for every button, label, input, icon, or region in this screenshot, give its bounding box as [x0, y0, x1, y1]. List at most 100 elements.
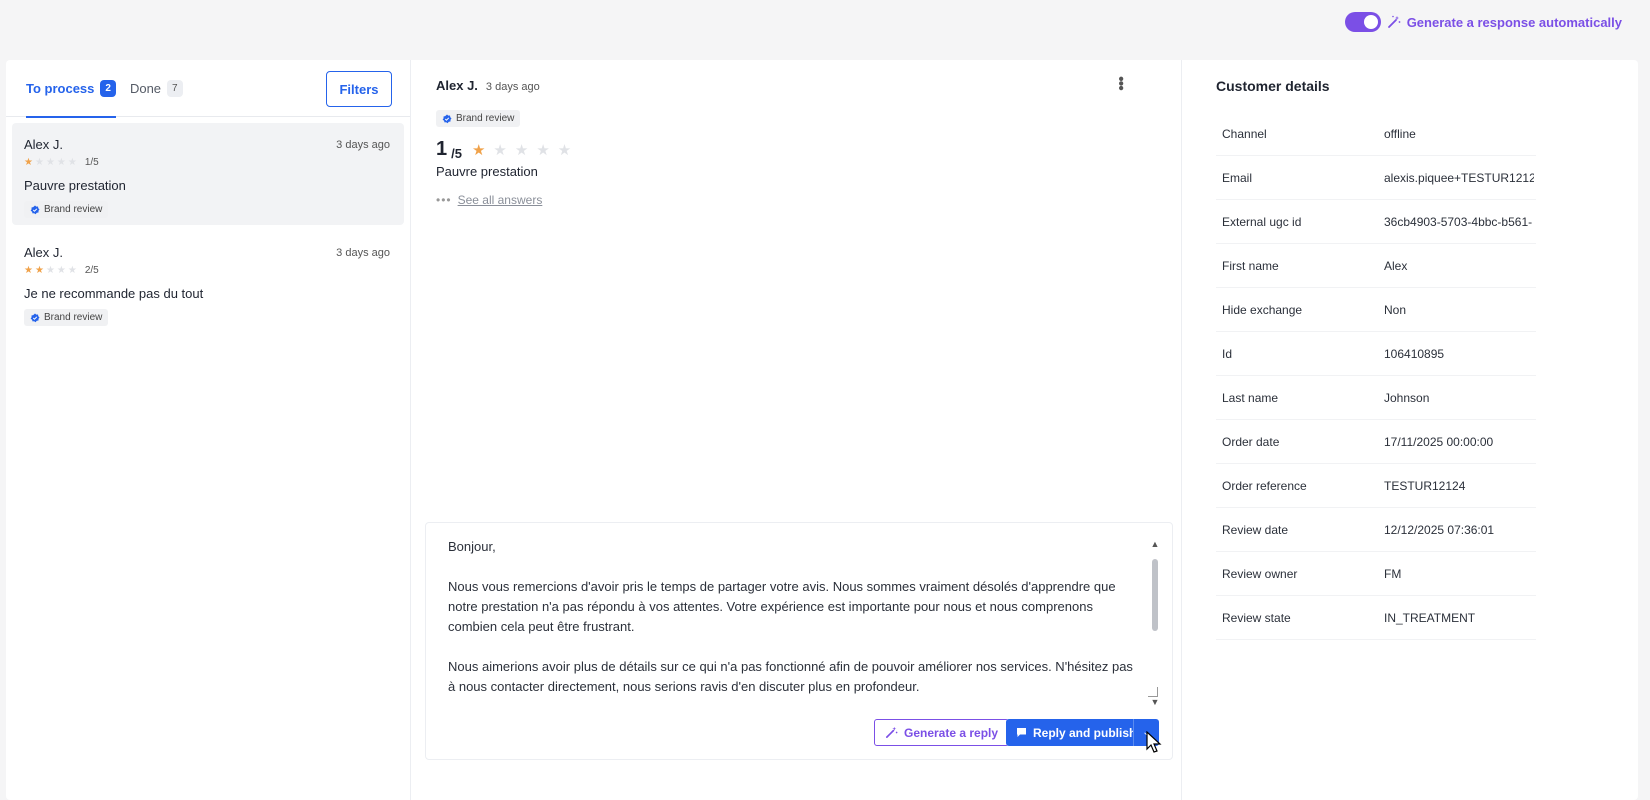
- detail-key: Review date: [1222, 522, 1289, 537]
- review-type-tag: Brand review: [436, 110, 521, 127]
- star-icon: ★: [34, 157, 44, 168]
- detail-key: Channel: [1222, 126, 1267, 141]
- tab-done[interactable]: Done 7: [130, 60, 183, 117]
- detail-value: 36cb4903-5703-4bbc-b561-: [1384, 214, 1533, 229]
- reply-publish-button[interactable]: Reply and publish: [1006, 719, 1147, 746]
- detail-value: Alex: [1384, 258, 1408, 273]
- magic-wand-icon: [886, 726, 898, 738]
- review-text: Pauvre prestation: [24, 178, 126, 193]
- detail-key: Review owner: [1222, 566, 1298, 581]
- detail-key: Hide exchange: [1222, 302, 1303, 317]
- detail-value: FM: [1384, 566, 1402, 581]
- star-icon: ★: [56, 157, 66, 168]
- score-value: 1: [436, 138, 448, 160]
- customer-details-panel: Customer details Channel offline Email ale…: [1181, 60, 1638, 800]
- detail-row: Last name Johnson: [1216, 376, 1536, 420]
- customer-details-title: Customer details: [1216, 78, 1330, 94]
- detail-key: External ugc id: [1222, 214, 1302, 229]
- detail-value: TESTUR12124: [1384, 478, 1466, 493]
- auto-generate-toggle[interactable]: [1344, 12, 1381, 32]
- review-type-tag-label: Brand review: [44, 312, 103, 323]
- ellipsis-icon: •••: [436, 193, 452, 207]
- generate-reply-label: Generate a reply: [904, 725, 999, 740]
- review-type-tag: Brand review: [24, 309, 109, 326]
- star-icon: ★: [471, 141, 486, 159]
- detail-row: Email alexis.piquee+TESTUR1212: [1216, 156, 1536, 200]
- review-score: 2/5: [84, 265, 99, 276]
- review-list-panel: To process 2 Done 7 Filters Alex J. 3 da…: [6, 60, 411, 800]
- resize-handle-icon[interactable]: [1148, 687, 1158, 697]
- detail-value: 106410895: [1384, 346, 1445, 361]
- review-detail-text: Pauvre prestation: [436, 164, 538, 179]
- top-bar: Generate a response automatically: [0, 0, 1650, 60]
- auto-generate-label[interactable]: Generate a response automatically: [1407, 15, 1622, 30]
- review-detail-author: Alex J.: [436, 78, 478, 93]
- main-panel: To process 2 Done 7 Filters Alex J. 3 da…: [6, 60, 1638, 800]
- badge-check-icon: [30, 313, 40, 322]
- star-icon: ★: [557, 141, 572, 159]
- tab-to-process[interactable]: To process 2: [26, 60, 116, 118]
- review-list-item[interactable]: Alex J. 3 days ago ★ ★ ★ ★ ★ 2/5 Je ne r…: [12, 231, 404, 333]
- review-text: Je ne recommande pas du tout: [24, 286, 204, 301]
- badge-check-icon: [442, 114, 452, 123]
- detail-row: Review date 12/12/2025 07:36:01: [1216, 508, 1536, 552]
- detail-value: Non: [1384, 302, 1407, 317]
- review-detail-tag-wrap: Brand review: [436, 110, 521, 127]
- message-icon: [1017, 728, 1026, 737]
- detail-row: First name Alex: [1216, 244, 1536, 288]
- review-detail-header: Alex J. 3 days ago: [436, 78, 540, 93]
- more-options-icon[interactable]: •••: [1111, 76, 1129, 90]
- to-process-count-badge: 2: [100, 79, 116, 97]
- generate-reply-button[interactable]: Generate a reply: [874, 719, 1010, 746]
- detail-row: External ugc id 36cb4903-5703-4bbc-b561-: [1216, 200, 1536, 244]
- review-detail-date: 3 days ago: [485, 81, 540, 93]
- review-detail-panel: Alex J. 3 days ago ••• Brand review 1 /5…: [411, 60, 1181, 800]
- star-icon: ★: [24, 157, 33, 168]
- auto-generate-control: Generate a response automatically: [1344, 12, 1622, 32]
- detail-key: Email: [1222, 170, 1253, 185]
- detail-key: Id: [1222, 346, 1233, 361]
- badge-check-icon: [30, 205, 40, 214]
- star-icon: ★: [493, 141, 507, 159]
- star-icon: ★: [24, 265, 33, 276]
- detail-value: IN_TREATMENT: [1384, 610, 1476, 625]
- scroll-down-icon[interactable]: ▼: [1150, 697, 1160, 707]
- review-tabs: To process 2 Done 7 Filters: [6, 60, 410, 118]
- detail-value: offline: [1384, 126, 1416, 141]
- done-count-badge: 7: [167, 79, 183, 97]
- mouse-cursor-icon: [1146, 731, 1162, 753]
- see-all-answers[interactable]: ••• See all answers: [436, 193, 542, 207]
- reply-editor: Bonjour, Nous vous remercions d'avoir pr…: [425, 522, 1173, 760]
- detail-key: First name: [1222, 258, 1279, 273]
- reply-publish-label: Reply and publish: [1033, 725, 1137, 740]
- detail-value: 12/12/2025 07:36:01: [1384, 522, 1495, 537]
- detail-row: Hide exchange Non: [1216, 288, 1536, 332]
- star-icon: ★: [536, 141, 550, 159]
- review-rating-stars: ★ ★ ★ ★ ★ 1/5: [24, 157, 392, 168]
- scroll-thumb[interactable]: [1152, 559, 1158, 631]
- detail-key: Last name: [1222, 390, 1279, 405]
- detail-value: 17/11/2025 00:00:00: [1384, 434, 1494, 449]
- detail-value: alexis.piquee+TESTUR1212: [1384, 170, 1534, 185]
- tab-to-process-label: To process: [26, 80, 95, 96]
- reply-textarea[interactable]: Bonjour, Nous vous remercions d'avoir pr…: [448, 537, 1140, 703]
- filters-button[interactable]: Filters: [326, 71, 392, 107]
- magic-wand-icon: [1387, 15, 1401, 28]
- scroll-up-icon[interactable]: ▲: [1150, 539, 1160, 549]
- review-type-tag-label: Brand review: [456, 113, 515, 124]
- score-max: /5: [451, 146, 462, 161]
- detail-row: Order reference TESTUR12124: [1216, 464, 1536, 508]
- detail-key: Order reference: [1222, 478, 1307, 493]
- star-icon: ★: [67, 157, 77, 168]
- review-type-tag: Brand review: [24, 201, 109, 218]
- review-list-item[interactable]: Alex J. 3 days ago ★ ★ ★ ★ ★ 1/5 Pauvre …: [12, 123, 404, 225]
- star-icon: ★: [514, 141, 529, 159]
- reply-scrollbar[interactable]: ▲ ▼: [1150, 539, 1160, 707]
- see-all-answers-link[interactable]: See all answers: [458, 193, 543, 207]
- detail-row: Id 106410895: [1216, 332, 1536, 376]
- detail-row: Channel offline: [1216, 112, 1536, 156]
- detail-key: Order date: [1222, 434, 1280, 449]
- review-date: 3 days ago: [336, 247, 390, 259]
- review-rating-stars: ★ ★ ★ ★ ★ 2/5: [24, 265, 392, 276]
- detail-row: Review state IN_TREATMENT: [1216, 596, 1536, 640]
